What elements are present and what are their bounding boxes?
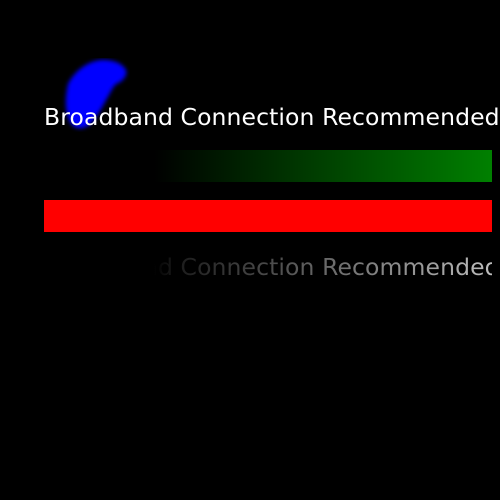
alert-bar [44, 200, 492, 232]
headline-text: Broadband Connection Recommended [44, 103, 500, 131]
faded-headline-text: Broadband Connection Recommended [44, 251, 492, 283]
gradient-progress-bar [44, 150, 492, 182]
faded-headline-container: Broadband Connection Recommended [44, 251, 492, 285]
splash-screen: Broadband Connection Recommended Broadba… [0, 0, 500, 500]
